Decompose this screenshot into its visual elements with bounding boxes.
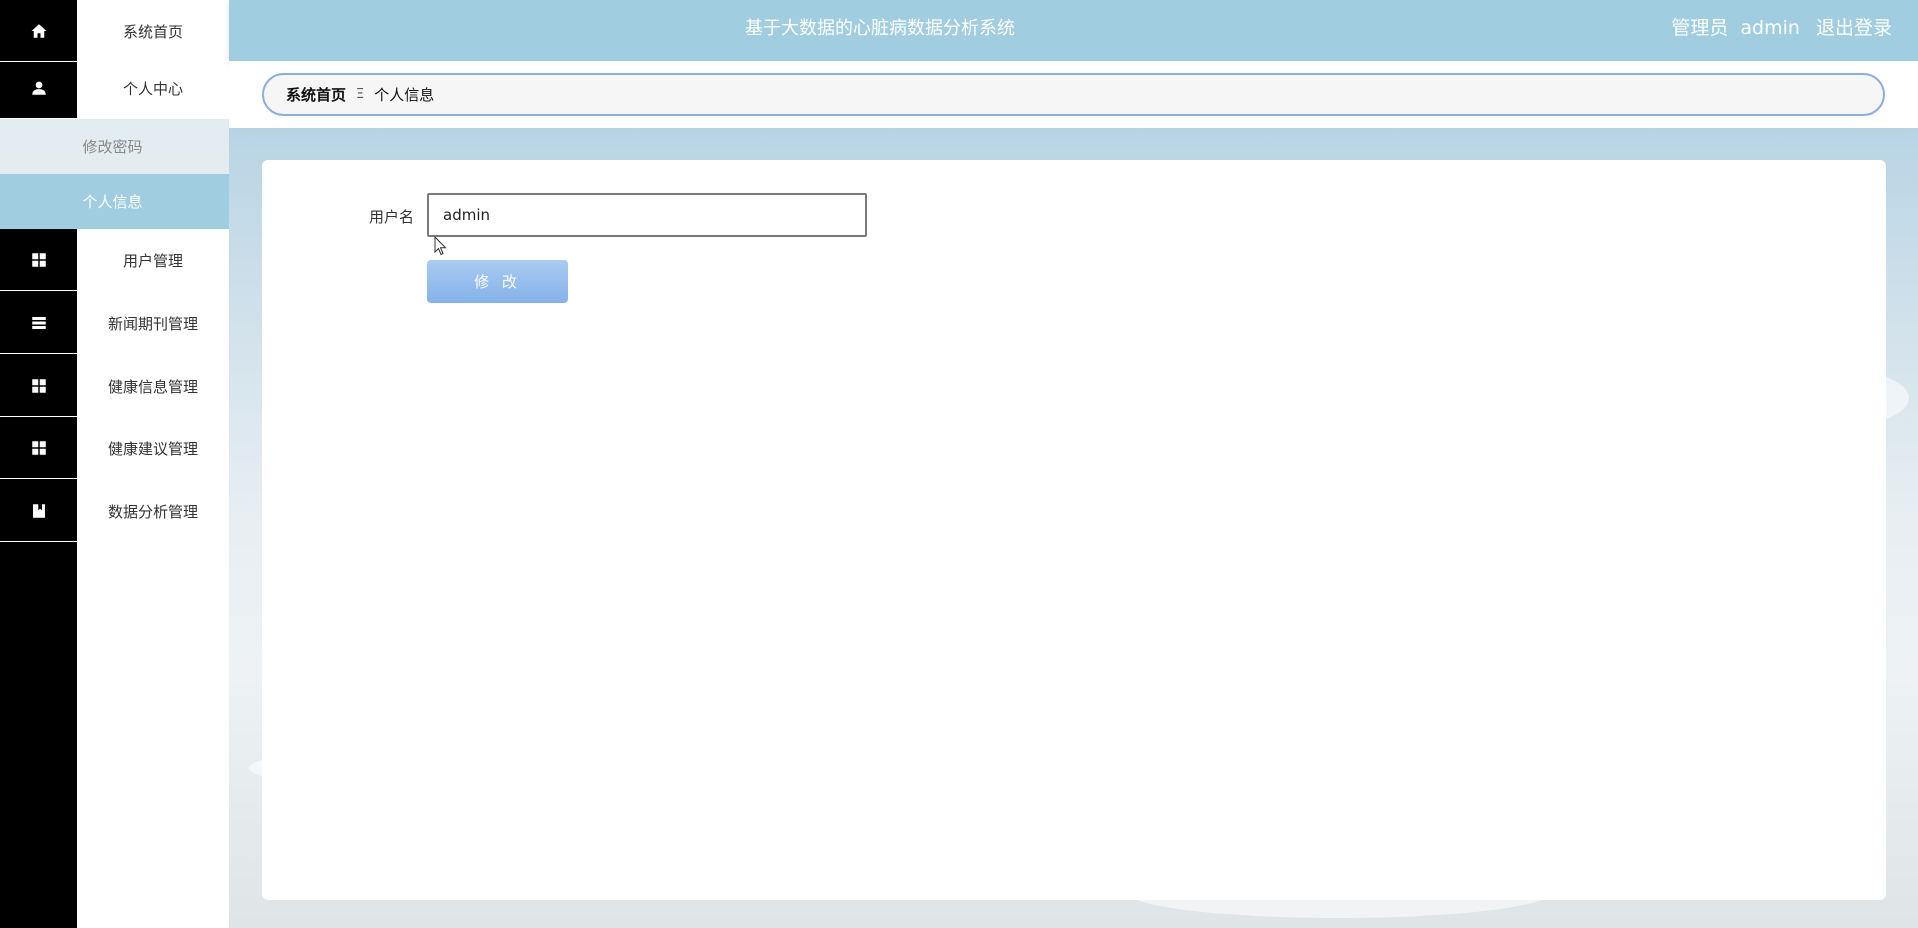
top-header: 基于大数据的心脏病数据分析系统 管理员 admin 退出登录 (229, 0, 1918, 61)
sidebar-item-data-analysis-management[interactable]: 数据分析管理 (0, 480, 229, 542)
grid-icon (0, 417, 77, 479)
breadcrumb: 系统首页 Ξ 个人信息 (262, 73, 1885, 116)
sidebar-subitem-personal-info[interactable]: 个人信息 (0, 174, 229, 229)
sidebar-item-label: 健康建议管理 (107, 439, 198, 458)
grid-icon (0, 229, 77, 291)
sidebar-item-health-info-management[interactable]: 健康信息管理 (0, 355, 229, 417)
grid-icon (0, 355, 77, 417)
sidebar-item-label: 数据分析管理 (107, 502, 198, 521)
list-icon (0, 292, 77, 354)
sidebar-item-health-advice-management[interactable]: 健康建议管理 (0, 417, 229, 479)
user-icon (0, 57, 77, 119)
breadcrumb-current: 个人信息 (374, 86, 435, 104)
username-display: admin (1740, 17, 1800, 39)
sidebar-item-home[interactable]: 系统首页 (0, 0, 229, 62)
sidebar: 系统首页 个人中心 修改密码 个人信息 用户管理 新闻期刊管理 健康信息管理 健… (0, 0, 229, 928)
app-title: 基于大数据的心脏病数据分析系统 (745, 18, 1015, 39)
breadcrumb-separator-icon: Ξ (356, 87, 365, 102)
username-label: 用户名 (369, 208, 415, 226)
breadcrumb-band: 系统首页 Ξ 个人信息 (229, 61, 1918, 128)
sidebar-item-personal-center[interactable]: 个人中心 (0, 57, 229, 119)
book-icon (0, 480, 77, 542)
username-input[interactable] (427, 193, 867, 237)
sidebar-item-label: 用户管理 (122, 251, 183, 270)
sidebar-item-label: 个人中心 (122, 79, 183, 98)
sidebar-item-news-management[interactable]: 新闻期刊管理 (0, 292, 229, 354)
sidebar-item-label: 健康信息管理 (107, 377, 198, 396)
breadcrumb-home-link[interactable]: 系统首页 (286, 84, 346, 105)
profile-form-card: 用户名 修 改 (262, 160, 1886, 900)
sidebar-item-user-management[interactable]: 用户管理 (0, 229, 229, 291)
home-icon (0, 0, 77, 62)
sidebar-item-label: 系统首页 (122, 22, 183, 41)
mouse-cursor-icon (434, 236, 447, 256)
sidebar-item-label: 新闻期刊管理 (107, 314, 198, 333)
header-user-area: 管理员 admin 退出登录 (1661, 0, 1892, 57)
user-role: 管理员 (1671, 17, 1729, 39)
logout-link[interactable]: 退出登录 (1816, 17, 1892, 39)
modify-button[interactable]: 修 改 (427, 260, 568, 303)
sidebar-subitem-change-password[interactable]: 修改密码 (0, 119, 229, 174)
